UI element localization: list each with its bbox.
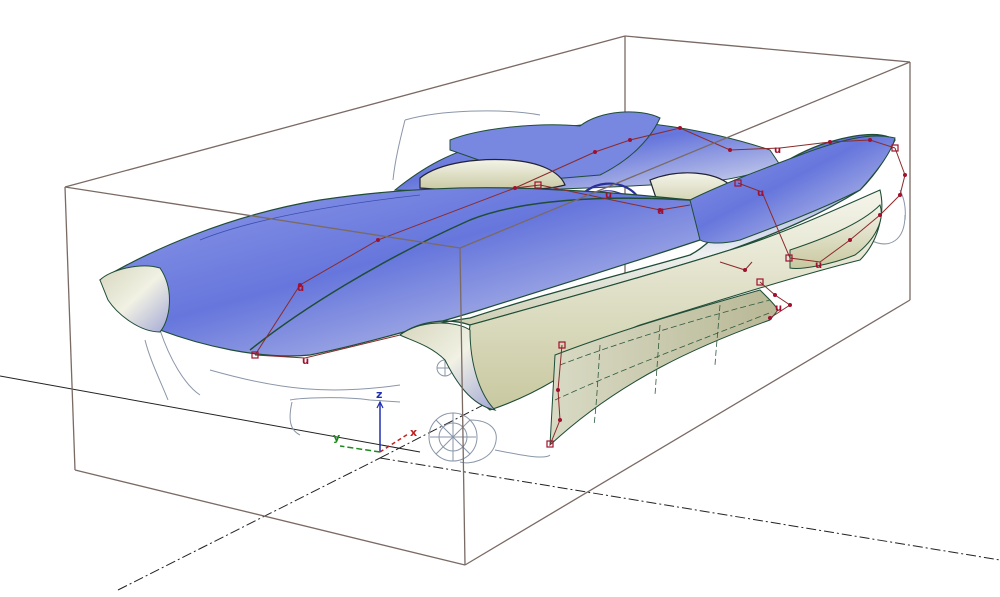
y-axis-label: y: [333, 431, 340, 444]
u-marker: u: [775, 303, 782, 314]
3d-modeling-viewport[interactable]: u u u u u u u u z y x: [0, 0, 1000, 593]
ground-axis-line-dashed: [379, 457, 1000, 561]
u-marker: u: [605, 190, 612, 201]
u-marker: u: [757, 188, 764, 199]
ground-axis-line-dashed: [117, 457, 381, 591]
x-axis-label: x: [410, 426, 417, 439]
u-marker: u: [297, 283, 304, 294]
car-front-left-fender[interactable]: [99, 265, 170, 333]
u-marker: u: [774, 145, 781, 156]
z-axis-label: z: [376, 388, 382, 401]
viewport-canvas[interactable]: u u u u u u u u z y x: [0, 0, 1000, 593]
u-marker: u: [302, 356, 309, 367]
ground-axis-line: [0, 375, 421, 453]
u-marker: u: [657, 206, 664, 217]
u-marker: u: [815, 260, 822, 271]
y-axis-line: [339, 445, 381, 453]
